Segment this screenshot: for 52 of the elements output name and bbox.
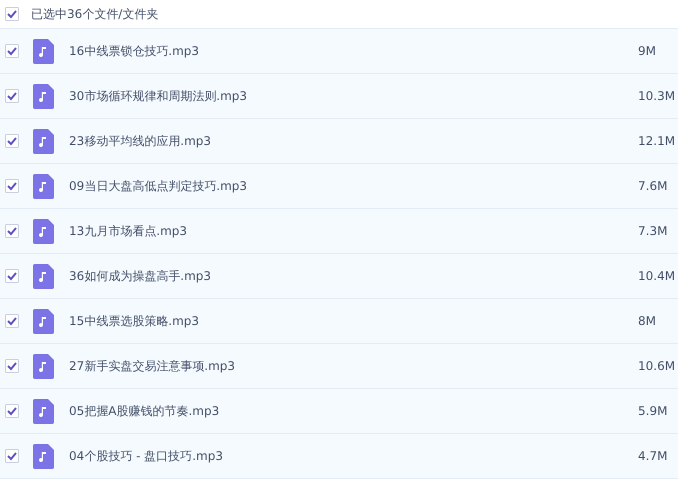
music-file-icon (33, 38, 54, 64)
file-size: 12.1M (638, 134, 676, 148)
file-name: 13九月市场看点.mp3 (69, 222, 188, 240)
file-size: 9M (638, 44, 657, 58)
checkbox[interactable] (5, 404, 19, 418)
file-size: 4.7M (638, 449, 668, 463)
file-row[interactable]: 15中线票选股策略.mp3 8M (0, 299, 678, 344)
file-name: 36如何成为操盘高手.mp3 (69, 268, 212, 284)
music-file-icon (33, 354, 54, 378)
file-name: 23移动平均线的应用.mp3 (69, 132, 212, 150)
checkbox[interactable] (5, 7, 19, 21)
file-row[interactable]: 13九月市场看点.mp3 7.3M (0, 209, 678, 254)
music-file-icon (33, 174, 54, 198)
file-name: 09当日大盘高低点判定技巧.mp3 (69, 178, 248, 194)
file-name: 15中线票选股策略.mp3 (69, 312, 200, 330)
file-row[interactable]: 05把握A股赚钱的节奏.mp3 5.9M (0, 389, 678, 434)
selection-count: 已选中36个文件/文件夹 (31, 6, 158, 22)
music-file-icon (33, 218, 54, 244)
file-row[interactable]: 27新手实盘交易注意事项.mp3 10.6M (0, 344, 678, 389)
file-name: 30市场循环规律和周期法则.mp3 (69, 88, 248, 104)
checkbox[interactable] (5, 44, 19, 58)
music-file-icon (33, 84, 54, 108)
file-name: 05把握A股赚钱的节奏.mp3 (69, 402, 220, 420)
file-size: 7.3M (638, 224, 668, 238)
file-row[interactable]: 04个股技巧 - 盘口技巧.mp3 4.7M (0, 434, 678, 479)
file-size: 8M (638, 314, 657, 328)
checkbox[interactable] (5, 314, 19, 328)
music-file-icon (33, 444, 54, 468)
music-file-icon (33, 264, 54, 288)
file-row[interactable]: 09当日大盘高低点判定技巧.mp3 7.6M (0, 164, 678, 209)
checkbox[interactable] (5, 269, 19, 283)
file-name: 16中线票锁仓技巧.mp3 (69, 42, 200, 60)
file-name: 04个股技巧 - 盘口技巧.mp3 (69, 448, 224, 464)
music-file-icon (33, 398, 54, 424)
checkbox[interactable] (5, 89, 19, 103)
file-row[interactable]: 23移动平均线的应用.mp3 12.1M (0, 119, 678, 164)
music-file-icon (33, 308, 54, 334)
file-size: 10.4M (638, 269, 676, 283)
file-size: 10.6M (638, 359, 676, 373)
file-row[interactable]: 36如何成为操盘高手.mp3 10.4M (0, 254, 678, 299)
file-size: 5.9M (638, 404, 668, 418)
checkbox[interactable] (5, 449, 19, 463)
checkbox[interactable] (5, 134, 19, 148)
file-row[interactable]: 16中线票锁仓技巧.mp3 9M (0, 28, 678, 74)
checkbox[interactable] (5, 224, 19, 238)
music-file-icon (33, 128, 54, 154)
file-size: 7.6M (638, 179, 668, 193)
file-name: 27新手实盘交易注意事项.mp3 (69, 358, 236, 374)
checkbox[interactable] (5, 179, 19, 193)
checkbox[interactable] (5, 359, 19, 373)
file-size: 10.3M (638, 89, 676, 103)
file-row[interactable]: 30市场循环规律和周期法则.mp3 10.3M (0, 74, 678, 119)
